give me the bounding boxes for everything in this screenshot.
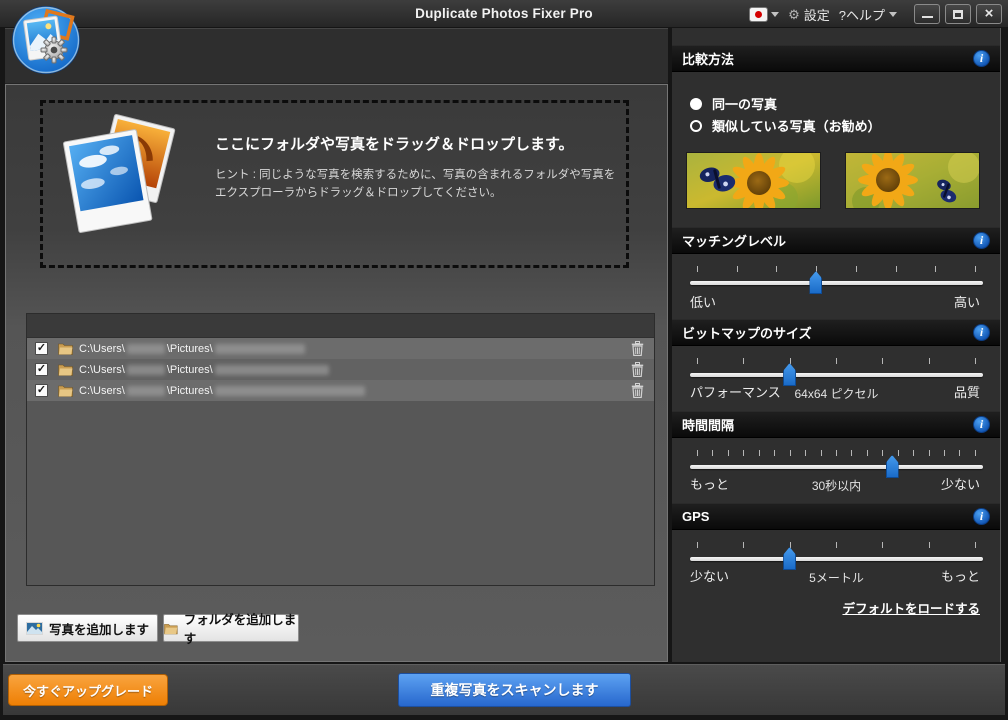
slider-handle[interactable]: [783, 363, 797, 386]
section-matching-level: マッチングレベル i: [672, 227, 1000, 254]
row-checkbox[interactable]: ✓: [35, 363, 48, 376]
section-comparison-method: 比較方法 i: [672, 45, 1000, 72]
info-icon[interactable]: i: [973, 324, 990, 341]
folder-path: C:\Users\ \Pictures\: [79, 343, 307, 355]
folder-icon: [164, 623, 178, 634]
slider-handle[interactable]: [809, 271, 823, 294]
settings-button[interactable]: ⚙ 設定: [788, 5, 830, 24]
section-bitmap-size: ビットマップのサイズ i: [672, 319, 1000, 346]
folder-path: C:\Users\ \Pictures\: [79, 364, 331, 376]
dropzone-hint: ヒント : 同じような写真を検索するために、写真の含まれるフォルダや写真をエクス…: [215, 169, 616, 199]
trash-icon[interactable]: [631, 362, 644, 377]
maximize-button[interactable]: [945, 4, 971, 24]
minimize-icon: [921, 16, 933, 18]
folder-path: C:\Users\ \Pictures\: [79, 385, 367, 397]
info-icon[interactable]: i: [973, 508, 990, 525]
section-gps: GPS i: [672, 503, 1000, 530]
main-panel: ここにフォルダや写真をドラッグ＆ドロップします。 ヒント : 同じような写真を検…: [5, 84, 668, 662]
app-logo-icon: [10, 4, 82, 76]
folder-row: ✓ C:\Users\ \Pictures\: [27, 380, 654, 401]
trash-icon[interactable]: [631, 383, 644, 398]
minimize-button[interactable]: [914, 4, 940, 24]
load-defaults-link[interactable]: デフォルトをロードする: [842, 598, 980, 617]
folder-icon: [58, 385, 73, 397]
radio-identical-photos[interactable]: 同一の写真: [690, 94, 777, 113]
sample-photo-left: [686, 147, 821, 214]
radio-icon: [690, 97, 702, 110]
section-time-interval: 時間間隔 i: [672, 411, 1000, 438]
close-icon: ×: [984, 5, 994, 22]
row-checkbox[interactable]: ✓: [35, 342, 48, 355]
add-folders-button[interactable]: フォルダを追加します: [163, 613, 299, 646]
folder-list-panel: ✓ C:\Users\ \Pictures\ ✓ C:\Users\ \Pictur…: [26, 313, 655, 586]
help-menu[interactable]: ?ヘルプ: [839, 5, 897, 24]
japan-flag-icon: [750, 7, 768, 21]
titlebar: Duplicate Photos Fixer Pro ⚙ 設定 ?ヘルプ ×: [0, 0, 1008, 28]
close-button[interactable]: ×: [976, 4, 1002, 24]
radio-similar-photos[interactable]: 類似している写真（お勧め）: [690, 116, 881, 135]
slider-ticks: [697, 542, 976, 548]
info-icon[interactable]: i: [973, 50, 990, 67]
scan-button[interactable]: 重複写真をスキャンします: [398, 673, 631, 707]
info-icon[interactable]: i: [973, 232, 990, 249]
upgrade-button[interactable]: 今すぐアップグレード: [8, 674, 168, 706]
photo-icon: [25, 621, 43, 635]
bottom-bar: 今すぐアップグレード 重複写真をスキャンします: [3, 664, 1005, 717]
slider-track[interactable]: [690, 271, 983, 294]
left-header-strip: [5, 28, 668, 84]
folder-icon: [58, 364, 73, 376]
info-icon[interactable]: i: [973, 416, 990, 433]
slider-ticks: [697, 450, 976, 456]
folder-list-rows: ✓ C:\Users\ \Pictures\ ✓ C:\Users\ \Pictur…: [27, 338, 654, 401]
settings-sidebar: 比較方法 i 同一の写真 類似している写真（お勧め） マッチングレベル i 低い…: [670, 28, 1001, 662]
slider-ticks: [697, 358, 976, 364]
folder-list-header: [27, 314, 654, 338]
maximize-icon: [953, 9, 963, 19]
row-checkbox[interactable]: ✓: [35, 384, 48, 397]
chevron-down-icon: [889, 11, 897, 17]
slider-track[interactable]: [690, 547, 983, 570]
photo-stack-icon: [63, 113, 178, 248]
trash-icon[interactable]: [631, 341, 644, 356]
drag-drop-zone[interactable]: ここにフォルダや写真をドラッグ＆ドロップします。 ヒント : 同じような写真を検…: [40, 100, 629, 268]
sample-photo-right: [845, 150, 980, 215]
gear-icon: ⚙: [788, 6, 800, 22]
dropzone-heading: ここにフォルダや写真をドラッグ＆ドロップします。: [215, 136, 574, 153]
folder-icon: [58, 343, 73, 355]
chevron-down-icon: [771, 11, 780, 17]
add-photos-button[interactable]: 写真を追加します: [17, 614, 158, 642]
slider-track[interactable]: [690, 363, 983, 386]
slider-track[interactable]: [690, 455, 983, 478]
slider-ticks: [697, 266, 976, 272]
language-selector[interactable]: [750, 7, 780, 21]
folder-row: ✓ C:\Users\ \Pictures\: [27, 359, 654, 380]
radio-icon: [690, 119, 702, 132]
slider-handle[interactable]: [885, 455, 899, 478]
slider-handle[interactable]: [783, 547, 797, 570]
folder-row: ✓ C:\Users\ \Pictures\: [27, 338, 654, 359]
